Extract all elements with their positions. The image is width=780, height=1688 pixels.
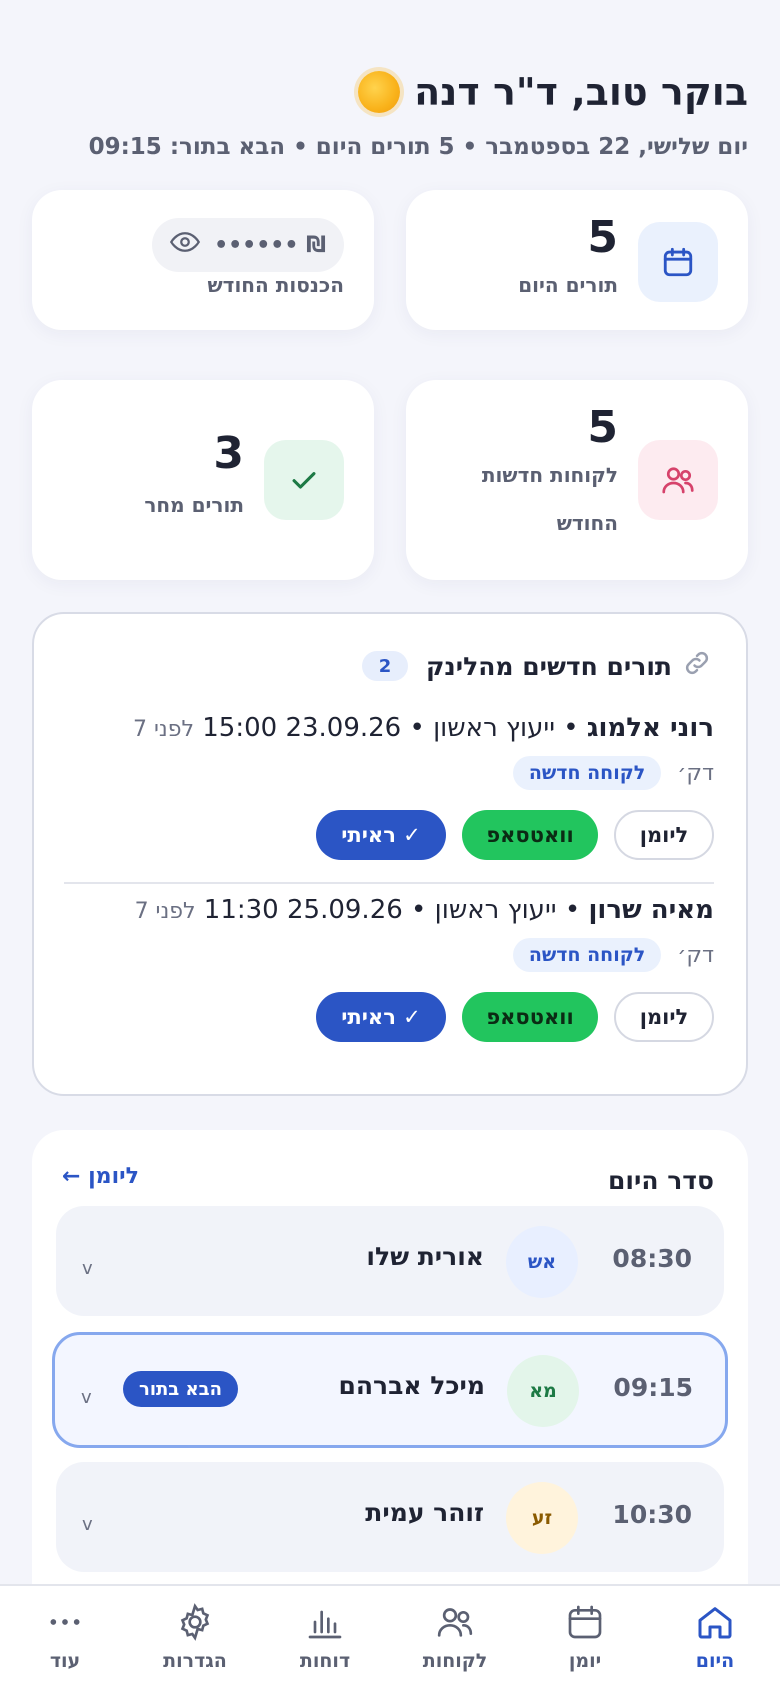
appointment-summary: מאיה שרון • ייעוץ ראשון • 25.09.26 11:30… xyxy=(134,895,714,925)
new-client-tag: לקוחה חדשה xyxy=(512,756,662,790)
stat-new-clients-value: 5 xyxy=(587,402,618,453)
users-icon xyxy=(437,1608,473,1637)
time-ago-unit: דק׳ xyxy=(677,760,714,786)
greeting-text: בוקר טוב, ד"ר דנה xyxy=(414,70,748,114)
chevron-down-icon[interactable]: v xyxy=(81,1387,92,1408)
appointment-time: 10:30 xyxy=(612,1500,692,1529)
chevron-down-icon[interactable]: v xyxy=(82,1258,93,1279)
avatar: זע xyxy=(506,1482,578,1554)
patient-name: מיכל אברהם xyxy=(338,1371,485,1400)
appointment-summary: רוני אלמוג • ייעוץ ראשון • 23.09.26 15:0… xyxy=(133,713,714,743)
nav-item-calendar[interactable]: יומן xyxy=(525,1602,645,1672)
link-appointments-card: תורים חדשים מהלינק 2 רוני אלמוג • ייעוץ … xyxy=(32,612,748,1096)
calendar-icon xyxy=(568,1605,602,1639)
new-client-tag: לקוחה חדשה xyxy=(512,938,662,972)
bottom-nav: היום יומן לקוחות דוחות הגדרות עוד xyxy=(0,1584,780,1688)
calendar-icon xyxy=(638,222,718,302)
stat-today-label: תורים היום xyxy=(518,273,618,297)
to-calendar-button[interactable]: ליומן xyxy=(614,810,714,860)
appointment-datetime: 25.09.26 11:30 xyxy=(203,895,403,925)
whatsapp-button[interactable]: וואטסאפ xyxy=(462,992,598,1042)
check-icon xyxy=(264,440,344,520)
link-icon xyxy=(682,648,712,684)
home-icon xyxy=(698,1607,732,1639)
nav-item-clients[interactable]: לקוחות xyxy=(395,1602,515,1672)
link-appointments-heading: תורים חדשים מהלינק xyxy=(426,651,672,681)
schedule-row[interactable]: 08:30 אש אורית שלו v xyxy=(56,1206,724,1316)
bar-chart-icon xyxy=(308,1610,342,1639)
stat-new-clients-label: לקוחות חדשות xyxy=(481,463,618,487)
stat-new-clients-label-2: החודש xyxy=(556,511,618,535)
stat-card-today[interactable]: 5 תורים היום xyxy=(406,190,748,330)
gear-icon xyxy=(180,1603,210,1641)
schedule-calendar-link[interactable]: ליומן ← xyxy=(62,1164,139,1189)
date-summary: יום שלישי, 22 בספטמבר • 5 תורים היום • ה… xyxy=(88,134,748,160)
nav-item-settings[interactable]: הגדרות xyxy=(135,1602,255,1672)
appointment-time: 08:30 xyxy=(612,1244,692,1273)
greeting: בוקר טוב, ד"ר דנה xyxy=(32,70,748,114)
client-name: רוני אלמוג xyxy=(586,713,714,743)
stat-tomorrow-value: 3 xyxy=(213,428,244,479)
seen-button[interactable]: ✓ ראיתי xyxy=(316,992,446,1042)
income-masked-value: ₪ •••••• xyxy=(214,232,326,258)
avatar: מא xyxy=(507,1355,579,1427)
nav-label: הגדרות xyxy=(163,1650,227,1672)
client-name: מאיה שרון xyxy=(588,895,714,925)
time-ago-unit: דק׳ xyxy=(677,942,714,968)
more-icon xyxy=(50,1619,80,1625)
stat-today-value: 5 xyxy=(587,212,618,263)
whatsapp-button[interactable]: וואטסאפ xyxy=(462,810,598,860)
schedule-row[interactable]: 10:30 זע זוהר עמית v xyxy=(56,1462,724,1572)
next-in-line-badge: הבא בתור xyxy=(123,1371,239,1407)
link-appointments-count: 2 xyxy=(362,651,409,681)
chevron-down-icon[interactable]: v xyxy=(82,1514,93,1535)
nav-label: עוד xyxy=(49,1650,81,1672)
nav-label: דוחות xyxy=(299,1650,351,1672)
patient-name: אורית שלו xyxy=(366,1242,484,1271)
avatar: אש xyxy=(506,1226,578,1298)
service-name: ייעוץ ראשון xyxy=(434,895,557,925)
nav-label: לקוחות xyxy=(422,1650,488,1672)
appointment-time: 09:15 xyxy=(613,1373,693,1402)
stat-card-tomorrow[interactable]: 3 תורים מחר xyxy=(32,380,374,580)
nav-item-reports[interactable]: דוחות xyxy=(265,1602,385,1672)
nav-label: יומן xyxy=(568,1650,602,1672)
sun-icon xyxy=(358,71,401,113)
patient-name: זוהר עמית xyxy=(365,1498,484,1527)
link-appointments-title: תורים חדשים מהלינק 2 xyxy=(362,648,712,684)
nav-item-today[interactable]: היום xyxy=(655,1602,775,1672)
time-ago: לפני 7 xyxy=(134,899,196,924)
dashboard-screen: בוקר טוב, ד"ר דנה יום שלישי, 22 בספטמבר … xyxy=(0,0,780,1688)
stat-card-income[interactable]: ₪ •••••• הכנסות החודש xyxy=(32,190,374,330)
users-icon xyxy=(638,440,718,520)
schedule-row-next[interactable]: 09:15 מא מיכל אברהם הבא בתור v xyxy=(52,1332,728,1448)
nav-item-more[interactable]: עוד xyxy=(5,1602,125,1672)
stat-tomorrow-label: תורים מחר xyxy=(144,493,244,517)
divider xyxy=(64,882,714,884)
appointment-datetime: 23.09.26 15:00 xyxy=(202,713,402,743)
stat-income-label: הכנסות החודש xyxy=(207,273,344,297)
link-appointment-item: מאיה שרון • ייעוץ ראשון • 25.09.26 11:30… xyxy=(62,892,714,1042)
seen-button[interactable]: ✓ ראיתי xyxy=(316,810,446,860)
link-appointment-item: רוני אלמוג • ייעוץ ראשון • 23.09.26 15:0… xyxy=(62,710,714,860)
schedule-title: סדר היום xyxy=(608,1166,714,1195)
nav-label: היום xyxy=(695,1650,735,1672)
stat-card-new-clients[interactable]: 5 לקוחות חדשות החודש xyxy=(406,380,748,580)
eye-icon[interactable] xyxy=(170,231,201,259)
to-calendar-button[interactable]: ליומן xyxy=(614,992,714,1042)
service-name: ייעוץ ראשון xyxy=(433,713,556,743)
time-ago: לפני 7 xyxy=(133,717,194,742)
